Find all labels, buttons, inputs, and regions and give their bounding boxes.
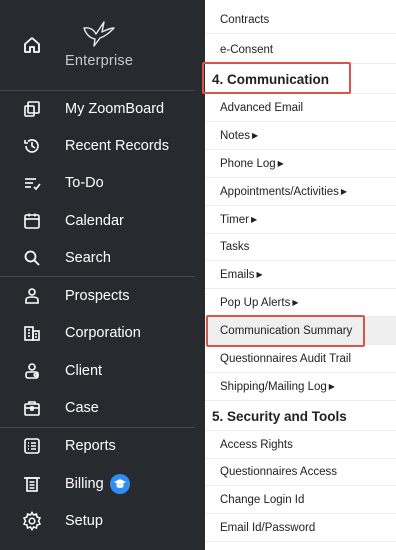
submenu-item-label: Shipping/Mailing Log xyxy=(220,380,327,393)
submenu-item-label: Emails xyxy=(220,268,255,281)
submenu-item-notes[interactable]: Notes ▶ xyxy=(205,122,396,150)
client-icon xyxy=(22,361,42,381)
sidebar-item-calendar[interactable]: Calendar xyxy=(0,202,205,239)
sidebar-item-billing-wrap: Billing xyxy=(65,473,130,494)
submenu-item-e-consent[interactable]: e-Consent xyxy=(205,36,396,64)
hummingbird-logo-icon xyxy=(80,18,118,50)
sidebar-item-label: Search xyxy=(65,249,111,266)
graduation-cap-icon[interactable] xyxy=(109,473,130,494)
sidebar: Enterprise My ZoomBoard Recent Records T… xyxy=(0,0,205,550)
submenu-item-tasks[interactable]: Tasks xyxy=(205,233,396,261)
submenu-item-label: Notes xyxy=(220,129,251,142)
checklist-icon xyxy=(22,173,42,193)
sidebar-item-label: Reports xyxy=(65,438,116,455)
submenu-panel: Contracts e-Consent 4. Communication Adv… xyxy=(202,0,396,550)
section-heading-communication: 4. Communication xyxy=(205,66,396,94)
sidebar-item-label: Setup xyxy=(65,512,103,529)
submenu-item-questionnaires-access[interactable]: Questionnaires Access xyxy=(205,458,396,486)
submenu-item-advanced-email[interactable]: Advanced Email xyxy=(205,94,396,122)
submenu-item-label: Email Id/Password xyxy=(220,521,316,534)
caret-right-icon: ▶ xyxy=(250,215,258,224)
submenu-item-label: Contracts xyxy=(220,13,270,26)
person-icon xyxy=(22,286,42,306)
submenu-item-label: e-Consent xyxy=(220,43,274,56)
sidebar-item-setup[interactable]: Setup xyxy=(0,502,205,539)
sidebar-item-my-zoomboard[interactable]: My ZoomBoard xyxy=(0,90,205,127)
building-icon xyxy=(22,323,42,343)
sidebar-item-label: Corporation xyxy=(65,325,141,342)
sidebar-item-label: Billing xyxy=(65,475,104,492)
submenu-item-pop-up-alerts[interactable]: Pop Up Alerts ▶ xyxy=(205,289,396,317)
section-heading-label: 5. Security and Tools xyxy=(212,409,347,424)
submenu-item-communication-summary[interactable]: Communication Summary xyxy=(205,317,396,345)
submenu-item-label: Questionnaires Audit Trail xyxy=(220,352,352,365)
brand-name: Enterprise xyxy=(65,53,134,69)
submenu-item-label: Appointments/Activities xyxy=(220,185,339,198)
submenu-item-access-rights[interactable]: Access Rights xyxy=(205,431,396,459)
gear-icon xyxy=(22,510,42,531)
search-icon xyxy=(22,248,42,268)
section-heading-label: 4. Communication xyxy=(212,72,330,87)
submenu-item-email-id-password[interactable]: Email Id/Password xyxy=(205,514,396,542)
section-heading-security-tools: 5. Security and Tools xyxy=(205,403,396,431)
sidebar-item-label: Client xyxy=(65,362,103,379)
caret-right-icon: ▶ xyxy=(277,159,284,168)
briefcase-icon xyxy=(22,398,42,418)
caret-right-icon: ▶ xyxy=(252,131,259,140)
history-icon xyxy=(22,136,42,156)
sidebar-item-to-do[interactable]: To-Do xyxy=(0,165,205,202)
sidebar-item-label: To-Do xyxy=(65,175,104,192)
submenu-item-label: Phone Log xyxy=(220,157,276,170)
submenu-item-label: Pop Up Alerts xyxy=(220,296,291,309)
submenu-item-label: Timer xyxy=(220,213,249,226)
submenu-item-appointments-activities[interactable]: Appointments/Activities ▶ xyxy=(205,178,396,206)
caret-right-icon: ▶ xyxy=(256,270,263,279)
submenu-item-label: Change Login Id xyxy=(220,493,305,506)
sidebar-item-billing[interactable]: Billing xyxy=(0,465,205,502)
submenu-item-label: Access Rights xyxy=(220,438,293,451)
calendar-icon xyxy=(22,211,42,231)
submenu-item-emails[interactable]: Emails ▶ xyxy=(205,261,396,289)
caret-right-icon: ▶ xyxy=(328,382,335,391)
sidebar-item-client[interactable]: Client xyxy=(0,352,205,389)
caret-right-icon: ▶ xyxy=(292,298,299,307)
home-icon[interactable] xyxy=(22,35,42,55)
sidebar-item-reports[interactable]: Reports xyxy=(0,428,205,465)
sidebar-item-label: Case xyxy=(65,400,99,417)
submenu-item-contracts[interactable]: Contracts xyxy=(205,6,396,34)
sidebar-item-label: Calendar xyxy=(65,212,124,229)
submenu-item-label: Tasks xyxy=(220,240,250,253)
submenu-item-shipping-mailing-log[interactable]: Shipping/Mailing Log ▶ xyxy=(205,373,396,401)
caret-right-icon: ▶ xyxy=(340,187,348,196)
sidebar-item-search[interactable]: Search xyxy=(0,239,205,276)
submenu-item-phone-log[interactable]: Phone Log ▶ xyxy=(205,150,396,178)
dashboard-icon xyxy=(22,99,42,119)
submenu-item-questionnaires-audit-trail[interactable]: Questionnaires Audit Trail xyxy=(205,345,396,373)
sidebar-item-label: My ZoomBoard xyxy=(65,100,165,117)
sidebar-item-recent-records[interactable]: Recent Records xyxy=(0,127,205,164)
sidebar-item-corporation[interactable]: Corporation xyxy=(0,315,205,352)
sidebar-item-label: Recent Records xyxy=(65,137,169,154)
submenu-item-label: Communication Summary xyxy=(220,324,353,337)
submenu-item-change-login-id[interactable]: Change Login Id xyxy=(205,486,396,514)
billing-icon xyxy=(22,474,42,494)
submenu-item-timer[interactable]: Timer ▶ xyxy=(205,206,396,234)
sidebar-menu: My ZoomBoard Recent Records To-Do Calend… xyxy=(0,90,205,540)
sidebar-item-prospects[interactable]: Prospects xyxy=(0,277,205,314)
sidebar-item-label: Prospects xyxy=(65,288,130,305)
brand-header: Enterprise xyxy=(0,0,205,90)
submenu-item-label: Advanced Email xyxy=(220,101,304,114)
sidebar-item-case[interactable]: Case xyxy=(0,389,205,426)
report-icon xyxy=(22,436,42,456)
submenu-item-label: Questionnaires Access xyxy=(220,465,337,478)
